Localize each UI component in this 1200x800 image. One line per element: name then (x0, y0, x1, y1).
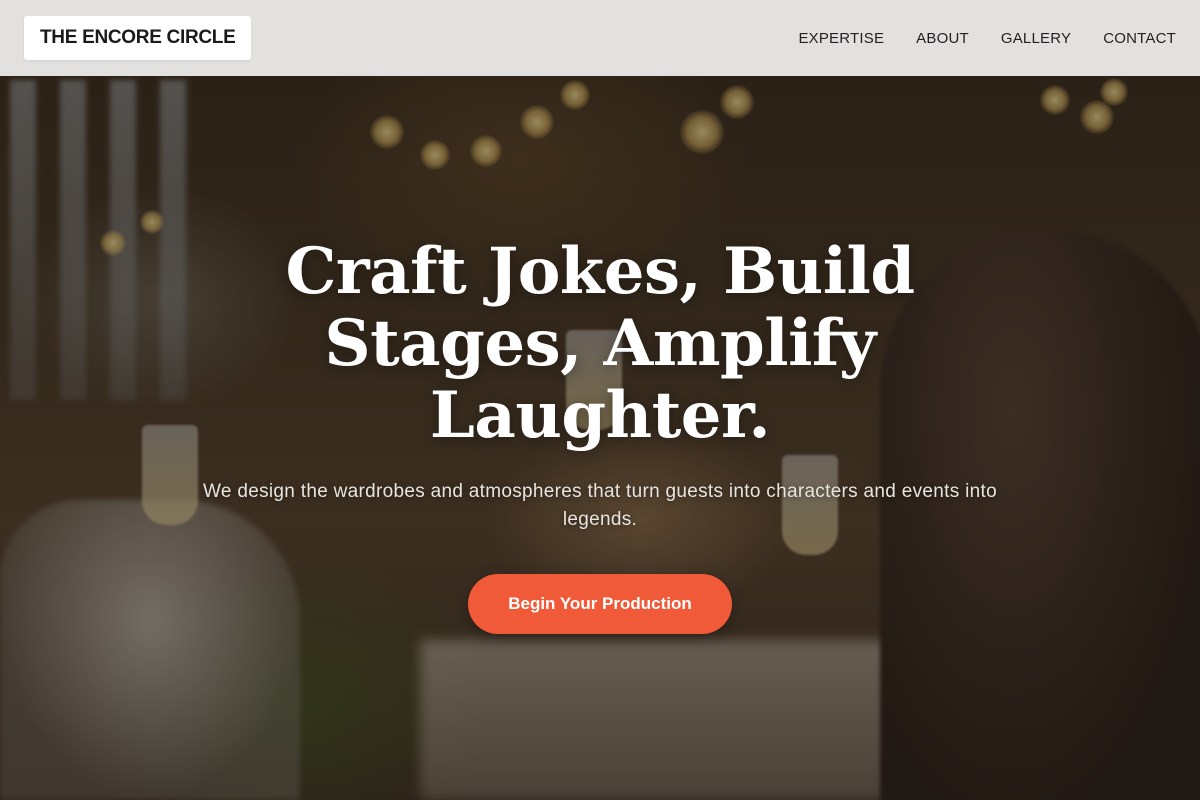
begin-production-button[interactable]: Begin Your Production (468, 574, 732, 634)
nav-link-expertise[interactable]: EXPERTISE (798, 30, 884, 47)
nav-link-contact[interactable]: CONTACT (1103, 30, 1176, 47)
main-nav: EXPERTISE ABOUT GALLERY CONTACT (798, 30, 1176, 47)
nav-link-gallery[interactable]: GALLERY (1001, 30, 1071, 47)
nav-link-about[interactable]: ABOUT (916, 30, 969, 47)
site-header: THE ENCORE CIRCLE EXPERTISE ABOUT GALLER… (0, 0, 1200, 76)
hero-title: Craft Jokes, Build Stages, Amplify Laugh… (285, 234, 915, 453)
brand-logo[interactable]: THE ENCORE CIRCLE (24, 16, 252, 60)
hero-section: Craft Jokes, Build Stages, Amplify Laugh… (0, 236, 1200, 634)
hero-subtitle: We design the wardrobes and atmospheres … (203, 481, 997, 530)
